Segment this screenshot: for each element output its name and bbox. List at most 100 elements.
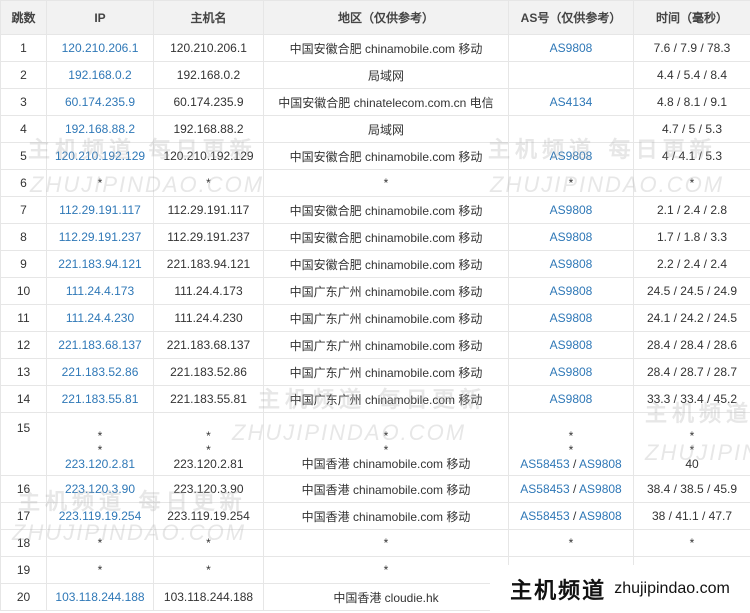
ip-link[interactable]: 120.210.206.1 [62,41,139,55]
ip-cell: 221.183.55.81 [46,385,154,413]
ip-cell: 221.183.94.121 [46,250,154,278]
ip-link[interactable]: 223.119.19.254 [59,509,142,523]
hostname-cell: 112.29.191.117 [153,196,264,224]
hostname-cell: 192.168.88.2 [153,115,264,143]
as-link[interactable]: AS9808 [550,311,593,325]
table-row: 5 120.210.192.129 120.210.192.129 中国安徽合肥 ch… [0,142,750,170]
hop-number: 12 [0,331,47,359]
ip-cell: 221.183.68.137 [46,331,154,359]
ip-link[interactable]: 192.168.0.2 [68,68,131,82]
as-cell: AS58453 / AS9808 [508,502,634,530]
ip-link[interactable]: 60.174.235.9 [65,95,135,109]
table-row: 3 60.174.235.9 60.174.235.9 中国安徽合肥 chinatel… [0,88,750,116]
as-cell: * [508,169,634,197]
as-link[interactable]: AS9808 [550,149,593,163]
time-cell: 2.2 / 2.4 / 2.4 [633,250,750,278]
as-link[interactable]: AS9808 [579,509,622,523]
as-link[interactable]: AS9808 [550,41,593,55]
as-link[interactable]: AS9808 [550,284,593,298]
ip-cell: 103.118.244.188 [46,583,154,611]
hop-number: 15 [0,412,47,476]
ip-cell: 111.24.4.173 [46,277,154,305]
region-cell: * [263,169,509,197]
ip-cell: 192.168.0.2 [46,61,154,89]
table-row: 18 * * * * * [0,529,750,557]
region-cell: * [263,556,509,584]
timeout-star: * [689,429,695,443]
hostname-cell: * [153,529,264,557]
hop-number: 5 [0,142,47,170]
table-row: 9 221.183.94.121 221.183.94.121 中国安徽合肥 chin… [0,250,750,278]
ip-link[interactable]: 221.183.55.81 [62,392,139,406]
time-cell: 28.4 / 28.7 / 28.7 [633,358,750,386]
ip-link[interactable]: 120.210.192.129 [55,149,145,163]
brand-banner: 主机频道 zhujipindao.com [490,565,750,613]
as-link[interactable]: AS9808 [550,392,593,406]
region-cell: 中国香港 chinamobile.com 移动 [263,475,509,503]
as-cell: AS4134 [508,88,634,116]
table-row: 17 223.119.19.254 223.119.19.254 中国香港 china… [0,502,750,530]
timeout-star: * [383,443,389,457]
time-cell: * [633,169,750,197]
as-cell: * [508,529,634,557]
ip-link[interactable]: 112.29.191.237 [59,230,142,244]
region-cell: * * 中国香港 chinamobile.com 移动 [263,412,509,476]
table-row: 13 221.183.52.86 221.183.52.86 中国广东广州 china… [0,358,750,386]
hostname-cell: 192.168.0.2 [153,61,264,89]
ip-cell: 223.119.19.254 [46,502,154,530]
timeout-star: * [206,429,211,443]
ip-link[interactable]: 112.29.191.117 [59,203,141,217]
timeout-star: * [568,429,574,443]
as-link[interactable]: AS9808 [550,203,593,217]
time-cell: * * 40 [633,412,750,476]
as-link[interactable]: AS58453 [520,509,569,523]
hostname-cell: 221.183.94.121 [153,250,264,278]
hop-number: 13 [0,358,47,386]
as-link[interactable]: AS58453 [520,482,569,496]
col-header-region: 地区（仅供参考） [263,0,509,35]
hop-number: 1 [0,34,47,62]
ip-link[interactable]: 111.24.4.230 [66,311,134,325]
ip-link[interactable]: 221.183.94.121 [58,257,141,271]
as-cell: AS9808 [508,250,634,278]
hostname-cell: 60.174.235.9 [153,88,264,116]
ip-link[interactable]: 221.183.52.86 [62,365,139,379]
ip-cell: 111.24.4.230 [46,304,154,332]
as-link[interactable]: AS9808 [550,230,593,244]
time-cell: 33.3 / 33.4 / 45.2 [633,385,750,413]
as-link[interactable]: AS4134 [550,95,593,109]
as-separator: / [569,482,580,496]
as-link[interactable]: AS9808 [550,365,593,379]
hostname-cell: * [153,169,264,197]
as-link[interactable]: AS58453 [520,457,569,471]
ip-link[interactable]: 192.168.88.2 [65,122,135,136]
as-cell: AS9808 [508,223,634,251]
region-cell: 中国安徽合肥 chinatelecom.com.cn 电信 [263,88,509,116]
ip-link[interactable]: 103.118.244.188 [55,590,144,604]
region-cell: 中国广东广州 chinamobile.com 移动 [263,331,509,359]
hostname-cell: 221.183.55.81 [153,385,264,413]
table-header-row: 跳数 IP 主机名 地区（仅供参考） AS号（仅供参考） 时间（毫秒） [0,0,750,35]
hop-number: 18 [0,529,47,557]
ip-link[interactable]: 111.24.4.173 [66,284,134,298]
as-cell: AS9808 [508,331,634,359]
as-cell: AS9808 [508,304,634,332]
table-row: 7 112.29.191.117 112.29.191.117 中国安徽合肥 chin… [0,196,750,224]
hostname-cell: 223.119.19.254 [153,502,264,530]
region-cell: 中国广东广州 chinamobile.com 移动 [263,277,509,305]
time-cell: 7.6 / 7.9 / 78.3 [633,34,750,62]
hostname-cell: * * 223.120.2.81 [153,412,264,476]
hop-number: 9 [0,250,47,278]
as-link[interactable]: AS9808 [550,257,593,271]
ip-link[interactable]: 223.120.2.81 [48,457,153,471]
ip-link[interactable]: 223.120.3.90 [65,482,135,496]
col-header-hop: 跳数 [0,0,47,35]
as-link[interactable]: AS9808 [579,482,622,496]
as-link[interactable]: AS9808 [550,338,593,352]
hop-number: 20 [0,583,47,611]
as-link[interactable]: AS9808 [579,457,622,471]
col-header-as: AS号（仅供参考） [508,0,634,35]
table-row: 11 111.24.4.230 111.24.4.230 中国广东广州 chinamo… [0,304,750,332]
ip-link[interactable]: 221.183.68.137 [58,338,141,352]
hop-number: 7 [0,196,47,224]
